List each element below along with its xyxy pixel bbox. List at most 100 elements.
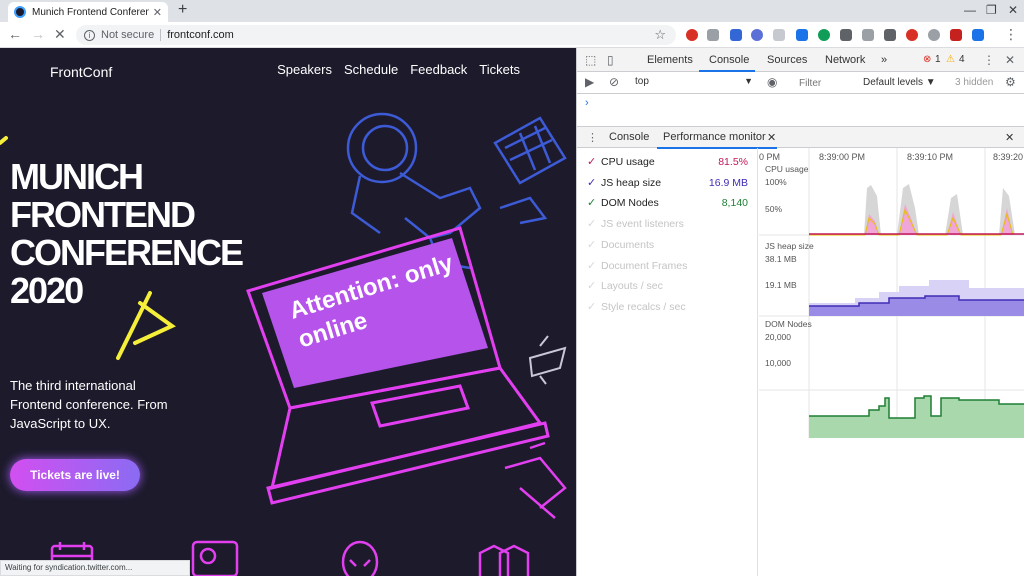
device-toolbar-icon[interactable]: ▯ (607, 53, 614, 67)
eye-icon[interactable]: ◉ (767, 75, 777, 89)
extension-icon[interactable] (707, 29, 719, 41)
window-close-icon[interactable]: ✕ (1008, 3, 1018, 17)
extension-icon[interactable] (928, 29, 940, 41)
dom-tick: 20,000 (765, 332, 791, 342)
devtools-panel: ⬚ ▯ Elements Console Sources Network » ⊗… (576, 48, 1024, 576)
close-drawer-icon[interactable]: ✕ (1005, 131, 1014, 144)
metric-label: Documents (601, 238, 655, 251)
metric-row[interactable]: ✓ Layouts / sec (587, 278, 752, 296)
clear-console-icon[interactable]: ⊘ (609, 75, 619, 89)
bookmark-star-icon[interactable]: ☆ (654, 27, 666, 43)
nav-schedule[interactable]: Schedule (344, 62, 398, 77)
hero-title: MUNICH FRONTEND CONFERENCE 2020 (10, 156, 244, 311)
dom-graph (809, 395, 1024, 438)
log-levels-select[interactable]: Default levels ▼ (863, 77, 936, 88)
drawer-tab-console[interactable]: Console (609, 131, 649, 143)
status-bubble: Waiting for syndication.twitter.com... (0, 560, 190, 576)
cpu-graph (809, 184, 1024, 236)
heap-graph (809, 280, 1024, 316)
warning-count[interactable]: 4 (959, 54, 965, 65)
time-label: 8:39:10 PM (907, 152, 954, 162)
nav-tickets[interactable]: Tickets (479, 62, 520, 77)
extension-icon[interactable] (840, 29, 852, 41)
nav-feedback[interactable]: Feedback (410, 62, 467, 77)
new-tab-button[interactable]: + (178, 1, 187, 19)
checkmark-icon[interactable]: ✓ (587, 238, 596, 251)
forward-icon[interactable]: → (31, 26, 45, 42)
checkmark-icon[interactable]: ✓ (587, 176, 596, 189)
time-label: 0 PM (759, 152, 781, 162)
tab-sources[interactable]: Sources (767, 54, 807, 66)
more-tabs-icon[interactable]: » (881, 54, 887, 66)
site-nav: Speakers Schedule Feedback Tickets (277, 62, 520, 77)
extension-icon[interactable] (818, 29, 830, 41)
metric-row[interactable]: ✓ DOM Nodes 8,140 (587, 195, 752, 213)
checkmark-icon[interactable]: ✓ (587, 279, 596, 292)
security-label: Not secure (101, 29, 155, 41)
minimize-icon[interactable]: — (964, 3, 976, 17)
heap-tick: 19.1 MB (765, 280, 797, 290)
error-count[interactable]: 1 (935, 54, 941, 65)
tab-strip: Munich Frontend Conference 20 ✕ + — ❐ ✕ (0, 0, 1024, 22)
site-logo[interactable]: FrontConf (50, 64, 112, 80)
browser-toolbar: ← → ✕ i Not secure frontconf.com ☆ ⋮ (0, 22, 1024, 48)
restore-icon[interactable]: ❐ (986, 3, 997, 17)
devtools-menu-icon[interactable]: ⋮ (983, 53, 995, 67)
extension-icon[interactable] (796, 29, 808, 41)
extension-icon[interactable] (751, 29, 763, 41)
address-bar[interactable]: i Not secure frontconf.com ☆ (76, 25, 676, 45)
nav-speakers[interactable]: Speakers (277, 62, 332, 77)
metric-row[interactable]: ✓ JS heap size 16.9 MB (587, 175, 752, 193)
metric-row[interactable]: ✓ Document Frames (587, 258, 752, 276)
metric-row[interactable]: ✓ Documents (587, 237, 752, 255)
gear-icon[interactable]: ⚙ (1005, 75, 1016, 89)
extension-icon[interactable] (773, 29, 785, 41)
devtools-close-icon[interactable]: ✕ (1005, 53, 1015, 67)
metric-label: CPU usage (601, 156, 655, 168)
metric-row[interactable]: ✓ CPU usage 81.5% (587, 154, 752, 172)
checkmark-icon[interactable]: ✓ (587, 259, 596, 272)
extension-icon[interactable] (730, 29, 742, 41)
sidebar-toggle-icon[interactable]: ▶ (585, 75, 594, 89)
checkmark-icon[interactable]: ✓ (587, 155, 596, 168)
metric-row[interactable]: ✓ Style recalcs / sec (587, 299, 752, 317)
extension-icon[interactable] (884, 29, 896, 41)
warning-icon[interactable]: ⚠ (946, 54, 955, 65)
inspect-element-icon[interactable]: ⬚ (585, 53, 596, 67)
extension-icon[interactable] (862, 29, 874, 41)
checkmark-icon[interactable]: ✓ (587, 300, 596, 313)
url-text[interactable]: frontconf.com (167, 29, 234, 41)
tab-console[interactable]: Console (709, 54, 749, 66)
close-drawer-tab-icon[interactable]: ✕ (767, 131, 776, 144)
filter-input[interactable] (795, 75, 857, 91)
error-icon[interactable]: ⊗ (923, 54, 931, 65)
hidden-count: 3 hidden (955, 77, 994, 88)
tickets-button[interactable]: Tickets are live! (10, 459, 140, 491)
checkmark-icon[interactable]: ✓ (587, 217, 596, 230)
browser-menu-icon[interactable]: ⋮ (1004, 26, 1018, 43)
metric-label: JS heap size (601, 176, 662, 189)
back-icon[interactable]: ← (8, 26, 22, 42)
stop-loading-icon[interactable]: ✕ (54, 26, 66, 43)
context-select[interactable]: top ▼ (635, 76, 755, 90)
close-tab-icon[interactable]: ✕ (153, 6, 162, 19)
drawer-menu-icon[interactable]: ⋮ (587, 131, 598, 144)
metric-label: Document Frames (601, 259, 688, 272)
extension-icon[interactable] (950, 29, 962, 41)
extension-icon[interactable] (906, 29, 918, 41)
drawer-tab-performance-monitor[interactable]: Performance monitor (663, 131, 766, 143)
console-toolbar: ▶ ⊘ top ▼ ◉ Default levels ▼ 3 hidden ⚙ (577, 72, 1024, 94)
browser-tab[interactable]: Munich Frontend Conference 20 ✕ (8, 2, 168, 22)
log-levels-label: Default levels (863, 77, 924, 88)
metric-label: Style recalcs / sec (601, 300, 686, 313)
webpage: FrontConf Speakers Schedule Feedback Tic… (0, 48, 576, 576)
metric-row[interactable]: ✓ JS event listeners (587, 216, 752, 234)
tab-network[interactable]: Network (825, 54, 865, 66)
checkmark-icon[interactable]: ✓ (587, 196, 596, 209)
info-icon[interactable]: i (84, 29, 95, 41)
extension-icon[interactable] (686, 29, 698, 41)
extension-icon[interactable] (972, 29, 984, 41)
heap-tick: 38.1 MB (765, 254, 797, 264)
console-prompt[interactable]: › (585, 97, 589, 109)
tab-elements[interactable]: Elements (647, 54, 693, 66)
